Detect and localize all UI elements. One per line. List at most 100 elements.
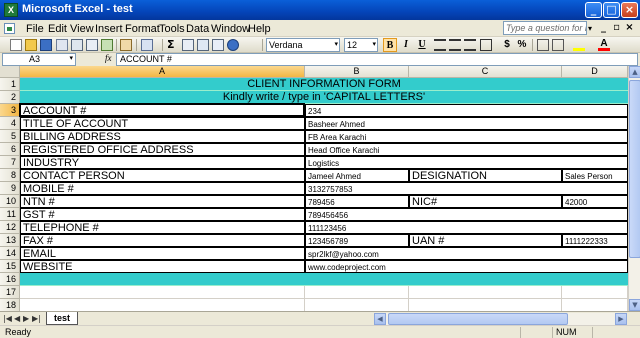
field-value-cell[interactable]: 789456 (305, 195, 409, 208)
row-header-5[interactable]: 5 (0, 130, 20, 143)
maximize-button[interactable]: □ (603, 2, 620, 18)
menu-help[interactable]: Help (248, 23, 271, 35)
italic-button[interactable]: I (399, 38, 413, 52)
field-value-cell[interactable]: 111123456 (305, 221, 628, 234)
percent-button[interactable]: % (515, 38, 529, 52)
row-header-6[interactable]: 6 (0, 143, 20, 156)
row-header-7[interactable]: 7 (0, 156, 20, 169)
scroll-down-button[interactable]: ▼ (629, 299, 640, 311)
help-dropdown-arrow[interactable]: ▾ (588, 24, 592, 33)
field-label-cell[interactable]: CONTACT PERSON (20, 169, 305, 182)
empty-cell[interactable] (409, 299, 562, 311)
field-value-cell[interactable]: Basheer Ahmed (305, 117, 628, 130)
column-header-a[interactable]: A (20, 66, 305, 78)
field-value-cell[interactable]: www.codeproject.com (305, 260, 628, 273)
field-value-cell[interactable]: 42000 (562, 195, 628, 208)
row-header-2[interactable]: 2 (0, 91, 20, 104)
menu-edit[interactable]: Edit (48, 23, 67, 35)
menu-tools[interactable]: Tools (159, 23, 185, 35)
previous-sheet-button[interactable]: ◀ (14, 314, 20, 323)
align-left-icon[interactable] (434, 39, 446, 51)
field-label-cell[interactable]: BILLING ADDRESS (20, 130, 305, 143)
help-icon[interactable] (227, 39, 239, 51)
column-header-d[interactable]: D (562, 66, 628, 78)
empty-cell[interactable] (20, 286, 305, 299)
row-header-11[interactable]: 11 (0, 208, 20, 221)
undo-icon[interactable] (141, 39, 153, 51)
field-value-cell[interactable]: 123456789 (305, 234, 409, 247)
worksheet-grid[interactable]: A B C D CLIENT INFORMATION FORM Kindly w… (0, 66, 628, 311)
help-question-input[interactable]: Type a question for help (503, 21, 587, 35)
field-label-cell[interactable]: TELEPHONE # (20, 221, 305, 234)
workbook-close-button[interactable]: × (624, 22, 635, 34)
row-header-10[interactable]: 10 (0, 195, 20, 208)
empty-cell[interactable] (305, 299, 409, 311)
scroll-up-button[interactable]: ▲ (629, 66, 640, 78)
field-value-cell[interactable]: FB Area Karachi (305, 130, 628, 143)
underline-button[interactable]: U (415, 38, 429, 52)
borders-icon[interactable] (552, 39, 564, 51)
row-header-9[interactable]: 9 (0, 182, 20, 195)
row-header-17[interactable]: 17 (0, 286, 20, 299)
empty-cell[interactable] (409, 286, 562, 299)
paste-icon[interactable] (120, 39, 132, 51)
insert-function-icon[interactable]: fx (105, 53, 112, 63)
field-label-cell[interactable]: WEBSITE (20, 260, 305, 273)
select-all-corner[interactable] (0, 66, 20, 78)
workbook-minimize-button[interactable]: _ (598, 22, 609, 34)
column-header-b[interactable]: B (305, 66, 409, 78)
field-label-cell[interactable]: DESIGNATION (409, 169, 562, 182)
row-header-1[interactable]: 1 (0, 78, 20, 91)
menu-window[interactable]: Window (211, 23, 250, 35)
horizontal-scroll-thumb[interactable] (388, 313, 568, 325)
field-value-cell[interactable]: Jameel Ahmed (305, 169, 409, 182)
vertical-scrollbar[interactable]: ▲ ▼ (628, 66, 640, 311)
menu-view[interactable]: View (70, 23, 94, 35)
empty-cell[interactable] (20, 299, 305, 311)
close-button[interactable]: × (621, 2, 638, 18)
field-label-cell[interactable]: NTN # (20, 195, 305, 208)
field-value-cell[interactable]: 3132757853 (305, 182, 628, 195)
sort-ascending-icon[interactable] (182, 39, 194, 51)
horizontal-scrollbar[interactable]: ◀ ▶ (374, 313, 627, 325)
field-value-cell[interactable]: Logistics (305, 156, 628, 169)
permission-icon[interactable] (56, 39, 68, 51)
row-header-12[interactable]: 12 (0, 221, 20, 234)
field-label-cell[interactable]: NIC# (409, 195, 562, 208)
workbook-icon[interactable] (4, 23, 15, 34)
autosum-icon[interactable]: Σ (167, 39, 179, 51)
merge-center-icon[interactable] (480, 39, 492, 51)
workbook-restore-button[interactable]: ▫ (611, 22, 622, 34)
field-value-cell[interactable]: 234 (305, 104, 628, 117)
field-label-cell[interactable]: GST # (20, 208, 305, 221)
field-value-cell[interactable]: Sales Person (562, 169, 628, 182)
menu-format[interactable]: Format (125, 23, 160, 35)
font-size-select[interactable]: 12 ▾ (344, 38, 378, 52)
field-value-cell[interactable]: spr2lkf@yahoo.com (305, 247, 628, 260)
row-header-15[interactable]: 15 (0, 260, 20, 273)
field-label-cell[interactable]: REGISTERED OFFICE ADDRESS (20, 143, 305, 156)
row-header-8[interactable]: 8 (0, 169, 20, 182)
align-center-icon[interactable] (449, 39, 461, 51)
field-label-cell[interactable]: EMAIL (20, 247, 305, 260)
currency-button[interactable]: $ (500, 38, 514, 52)
font-name-select[interactable]: Verdana ▾ (266, 38, 340, 52)
scroll-left-button[interactable]: ◀ (374, 313, 386, 325)
field-label-cell[interactable]: INDUSTRY (20, 156, 305, 169)
bold-button[interactable]: B (383, 38, 397, 52)
save-icon[interactable] (40, 39, 52, 51)
next-sheet-button[interactable]: ▶ (23, 314, 29, 323)
formula-input[interactable]: ACCOUNT # (116, 53, 638, 66)
column-header-c[interactable]: C (409, 66, 562, 78)
field-label-cell[interactable]: ACCOUNT # (20, 104, 305, 117)
decrease-indent-icon[interactable] (537, 39, 549, 51)
row-header-13[interactable]: 13 (0, 234, 20, 247)
menu-insert[interactable]: Insert (95, 23, 123, 35)
scroll-right-button[interactable]: ▶ (615, 313, 627, 325)
row-header-14[interactable]: 14 (0, 247, 20, 260)
first-sheet-button[interactable]: |◀ (3, 314, 12, 323)
menu-data[interactable]: Data (186, 23, 209, 35)
empty-cell[interactable] (305, 286, 409, 299)
print-preview-icon[interactable] (86, 39, 98, 51)
sheet-tab-test[interactable]: test (46, 312, 78, 325)
